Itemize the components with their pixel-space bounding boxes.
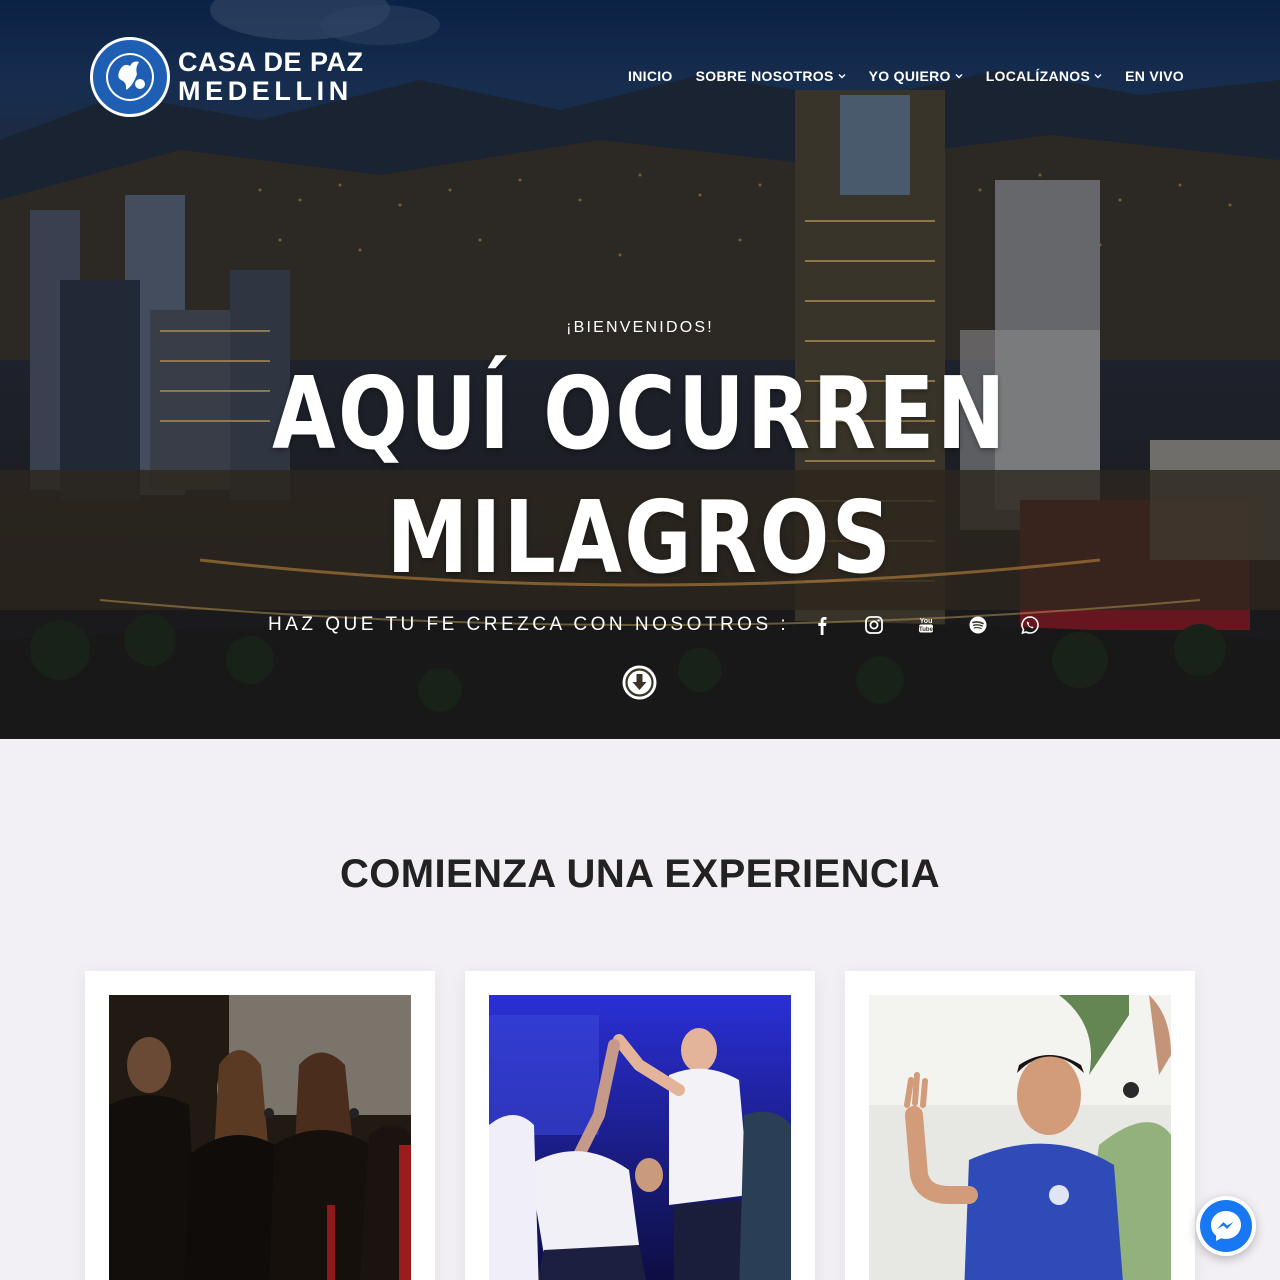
chevron-down-icon bbox=[955, 72, 963, 80]
svg-text:You: You bbox=[920, 618, 933, 625]
messenger-icon bbox=[1200, 1200, 1252, 1252]
main-nav: INICIO SOBRE NOSOTROS YO QUIERO LOCALÍZA… bbox=[628, 68, 1184, 84]
nav-label: YO QUIERO bbox=[868, 68, 951, 84]
prayer-stage-photo bbox=[489, 995, 791, 1280]
experience-card[interactable] bbox=[85, 971, 435, 1280]
social-links: You Tube bbox=[811, 614, 1041, 636]
arrow-down-circle-icon[interactable] bbox=[622, 665, 657, 700]
nav-label: LOCALÍZANOS bbox=[985, 68, 1091, 84]
nav-yo-quiero[interactable]: YO QUIERO bbox=[869, 68, 963, 84]
praying-man-photo bbox=[869, 995, 1171, 1280]
instagram-icon[interactable] bbox=[863, 614, 885, 636]
hero-banner: CASA DE PAZ MEDELLIN INICIO SOBRE NOSOTR… bbox=[0, 0, 1280, 739]
nav-label: SOBRE NOSOTROS bbox=[695, 68, 834, 84]
youtube-icon[interactable]: You Tube bbox=[915, 614, 937, 636]
site-logo[interactable]: CASA DE PAZ MEDELLIN bbox=[90, 37, 364, 117]
whatsapp-icon[interactable] bbox=[1019, 614, 1041, 636]
nav-inicio[interactable]: INICIO bbox=[628, 68, 673, 84]
svg-text:Tube: Tube bbox=[919, 627, 934, 633]
nav-en-vivo[interactable]: EN VIVO bbox=[1125, 68, 1184, 84]
logo-text: CASA DE PAZ MEDELLIN bbox=[178, 49, 364, 105]
nav-label: EN VIVO bbox=[1125, 68, 1184, 84]
logo-line1: CASA DE PAZ bbox=[178, 47, 364, 77]
nav-localizanos[interactable]: LOCALÍZANOS bbox=[986, 68, 1102, 84]
hero-tagline-row: HAZ QUE TU FE CREZCA CON NOSOTROS : You T… bbox=[268, 614, 1041, 636]
hero-tagline: HAZ QUE TU FE CREZCA CON NOSOTROS : bbox=[268, 614, 790, 635]
experience-card[interactable] bbox=[845, 971, 1195, 1280]
spotify-icon[interactable] bbox=[967, 614, 989, 636]
dove-icon bbox=[95, 42, 165, 112]
logo-badge bbox=[90, 37, 170, 117]
messenger-chat-button[interactable] bbox=[1196, 1196, 1256, 1256]
worship-singers-photo bbox=[109, 995, 411, 1280]
hero-welcome: ¡BIENVENIDOS! bbox=[566, 319, 714, 336]
hero-headline: AQUÍ OCURREN MILAGROS bbox=[115, 352, 1165, 600]
logo-line2: MEDELLIN bbox=[178, 76, 353, 106]
chevron-down-icon bbox=[838, 72, 846, 80]
section-title: COMIENZA UNA EXPERIENCIA bbox=[339, 852, 940, 896]
facebook-icon[interactable] bbox=[811, 614, 833, 636]
headline-line2: MILAGROS bbox=[386, 479, 894, 596]
nav-sobre-nosotros[interactable]: SOBRE NOSOTROS bbox=[696, 68, 846, 84]
chevron-down-icon bbox=[1094, 72, 1102, 80]
experience-card[interactable] bbox=[465, 971, 815, 1280]
headline-line1: AQUÍ OCURREN bbox=[272, 355, 1008, 472]
nav-label: INICIO bbox=[628, 68, 673, 84]
